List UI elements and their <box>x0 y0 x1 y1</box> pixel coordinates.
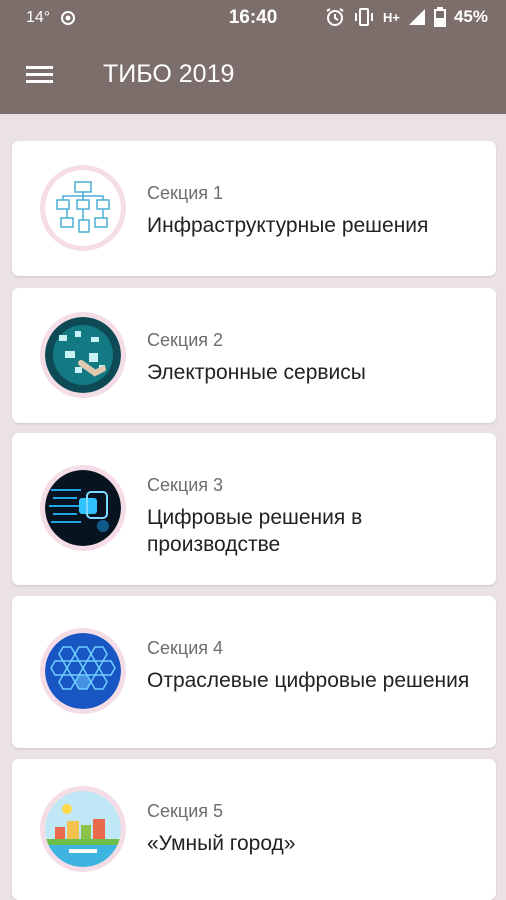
section-title: Цифровые решения в производстве <box>147 506 363 556</box>
battery-icon <box>433 7 446 27</box>
section-card-1[interactable]: Секция 1 Инфраструктурные решения <box>12 141 496 276</box>
section-texts-3: Секция 3 Цифровые решения в производстве <box>147 475 476 558</box>
section-title: Электронные сервисы <box>147 361 366 384</box>
status-bar: 14° 16:40 H+ 45% <box>0 0 506 36</box>
alarm-icon <box>325 7 345 27</box>
hamburger-menu-icon[interactable] <box>20 58 60 92</box>
section-label: Секция 3 <box>147 475 224 495</box>
section-texts-1: Секция 1 Инфраструктурные решения <box>147 183 476 239</box>
section-texts-4: Секция 4 Отраслевые цифровые решения <box>147 638 476 694</box>
section-label: Секция 1 <box>147 183 224 203</box>
section-card-4[interactable]: Секция 4 Отраслевые цифровые решения <box>12 596 496 748</box>
section-card-5[interactable]: Секция 5 «Умный город» <box>12 759 496 900</box>
section-title: Отраслевые цифровые решения <box>147 669 470 692</box>
section-texts-5: Секция 5 «Умный город» <box>147 801 476 857</box>
industry-hexagons-image <box>40 628 126 714</box>
electronic-services-image <box>40 312 126 398</box>
digital-production-image <box>40 465 126 551</box>
section-label: Секция 4 <box>147 638 224 658</box>
section-title: «Умный город» <box>147 832 296 855</box>
section-label: Секция 5 <box>147 801 224 821</box>
network-type-text: H+ <box>382 9 400 25</box>
battery-percent-text: 45% <box>453 7 488 26</box>
section-label: Секция 2 <box>147 330 224 350</box>
app-title: ТИБО 2019 <box>103 60 235 88</box>
section-card-2[interactable]: Секция 2 Электронные сервисы <box>12 288 496 423</box>
status-right: H+ 45% <box>325 7 488 27</box>
section-title: Инфраструктурные решения <box>147 214 429 237</box>
smart-city-image <box>40 786 126 872</box>
app-bar: ТИБО 2019 <box>0 36 506 114</box>
section-card-3[interactable]: Секция 3 Цифровые решения в производстве <box>12 433 496 585</box>
signal-icon <box>408 7 426 27</box>
vibrate-icon <box>353 7 375 27</box>
infrastructure-diagram-image <box>40 165 126 251</box>
section-texts-2: Секция 2 Электронные сервисы <box>147 330 476 386</box>
